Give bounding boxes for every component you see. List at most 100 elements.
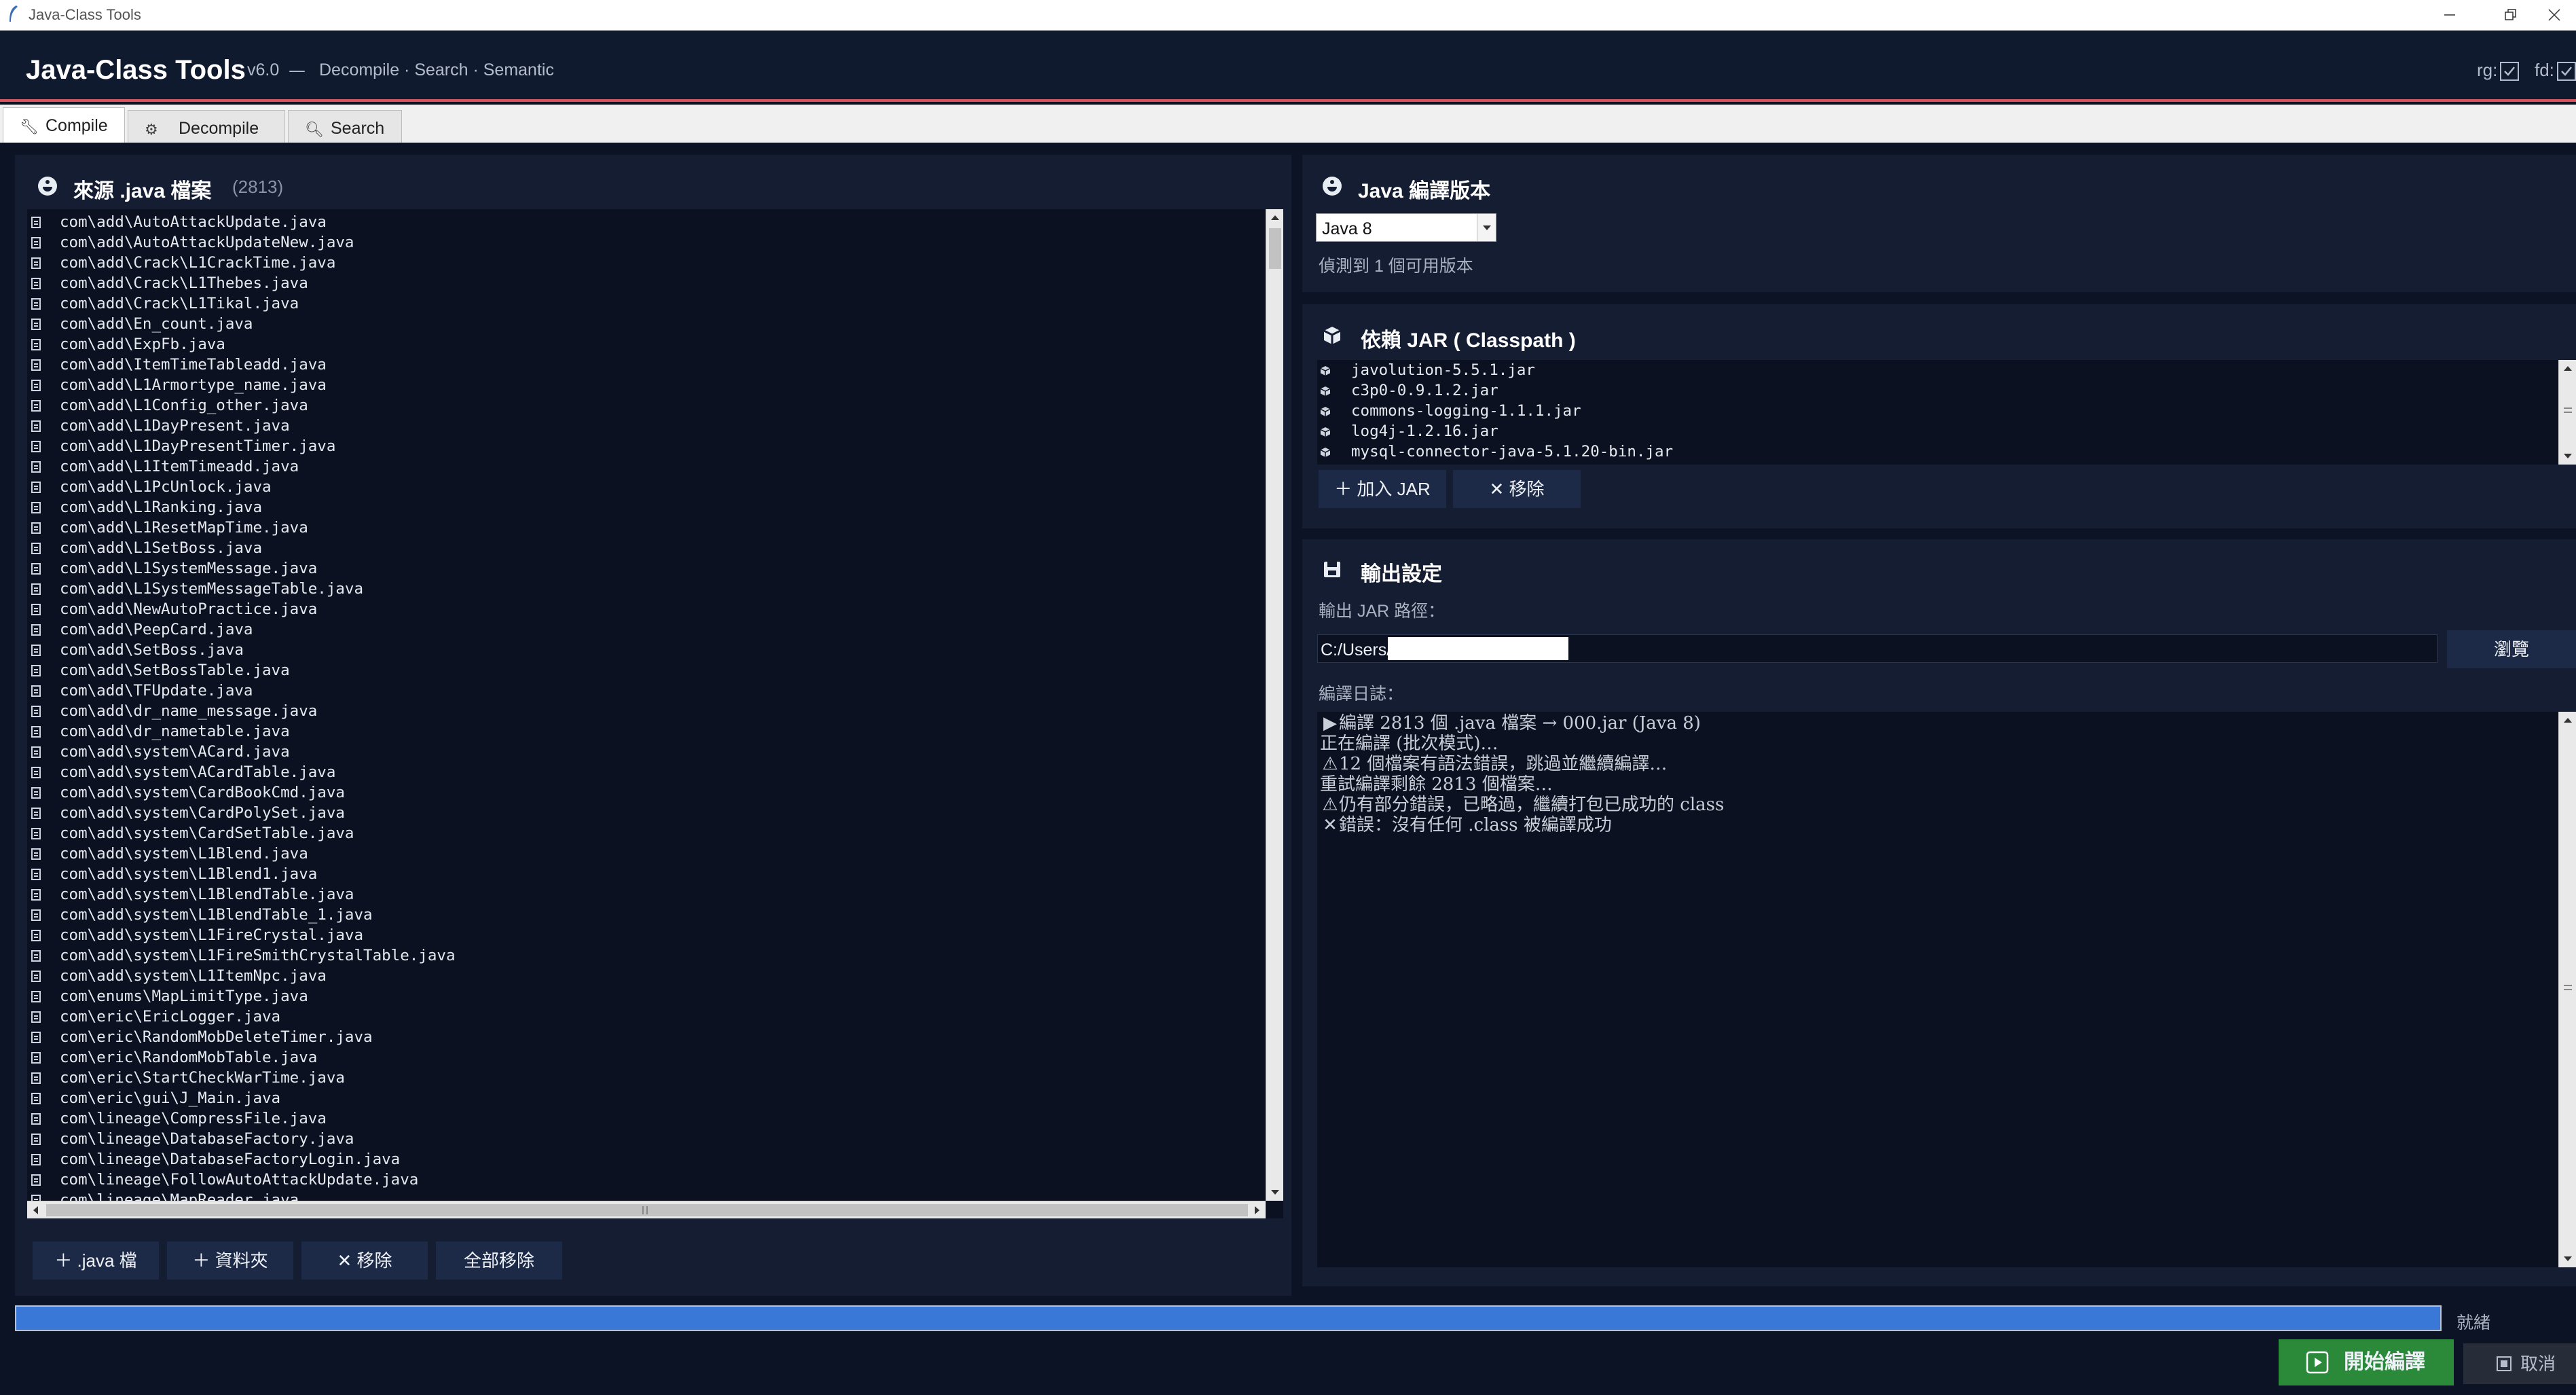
source-file-item[interactable]: com\add\L1SystemMessageTable.java <box>27 579 455 599</box>
jar-name: mysql-connector-java-5.1.20-bin.jar <box>1351 443 1674 460</box>
source-file-item[interactable]: com\add\system\L1BlendTable.java <box>27 884 455 905</box>
source-file-name: com\add\system\L1FireCrystal.java <box>60 926 364 944</box>
source-file-item[interactable]: com\eric\gui\J_Main.java <box>27 1088 455 1108</box>
source-file-item[interactable]: com\add\L1SetBoss.java <box>27 538 455 558</box>
source-file-item[interactable]: com\add\Crack\L1Thebes.java <box>27 273 455 293</box>
scroll-up-arrow[interactable] <box>2559 360 2576 378</box>
source-file-item[interactable]: com\add\system\L1FireCrystal.java <box>27 925 455 945</box>
source-file-item[interactable]: com\add\L1Config_other.java <box>27 395 455 416</box>
source-file-item[interactable]: com\add\SetBossTable.java <box>27 660 455 681</box>
source-file-item[interactable]: com\add\L1DayPresent.java <box>27 416 455 436</box>
remove-jar-button[interactable]: ✕ 移除 <box>1453 470 1581 508</box>
source-file-item[interactable]: com\add\SetBoss.java <box>27 640 455 660</box>
start-compile-button[interactable]: 開始編譯 <box>2279 1339 2454 1385</box>
log-scrollbar[interactable] <box>2558 712 2576 1267</box>
source-file-item[interactable]: com\lineage\CompressFile.java <box>27 1108 455 1129</box>
source-file-item[interactable]: com\add\L1SystemMessage.java <box>27 558 455 579</box>
jar-item[interactable]: javolution-5.5.1.jar <box>1317 360 1673 380</box>
vertical-scrollbar[interactable] <box>1266 209 1283 1201</box>
source-file-name: com\add\L1Ranking.java <box>60 499 263 516</box>
source-file-item[interactable]: com\add\Crack\L1CrackTime.java <box>27 253 455 273</box>
source-file-list[interactable]: com\add\AutoAttackUpdate.java com\add\Aut… <box>27 209 1283 1218</box>
scroll-up-arrow[interactable] <box>1266 209 1283 227</box>
source-file-item[interactable]: com\add\L1DayPresentTimer.java <box>27 436 455 456</box>
source-file-item[interactable]: com\add\system\L1Blend1.java <box>27 864 455 884</box>
file-icon <box>31 848 41 860</box>
source-file-item[interactable]: com\add\system\L1ItemNpc.java <box>27 966 455 986</box>
source-file-item[interactable]: com\eric\RandomMobTable.java <box>27 1047 455 1068</box>
source-file-item[interactable]: com\add\ItemTimeTableadd.java <box>27 355 455 375</box>
source-file-item[interactable]: com\lineage\DatabaseFactory.java <box>27 1129 455 1149</box>
jar-item[interactable]: log4j-1.2.16.jar <box>1317 421 1673 441</box>
source-file-item[interactable]: com\eric\RandomMobDeleteTimer.java <box>27 1027 455 1047</box>
source-file-item[interactable]: com\add\dr_name_message.java <box>27 701 455 721</box>
close-window-button[interactable] <box>2539 0 2576 31</box>
source-file-item[interactable]: com\add\system\CardSetTable.java <box>27 823 455 844</box>
source-file-item[interactable]: com\eric\EricLogger.java <box>27 1007 455 1027</box>
scroll-down-arrow[interactable] <box>2559 1250 2576 1267</box>
source-file-item[interactable]: com\add\PeepCard.java <box>27 619 455 640</box>
source-file-item[interactable]: com\add\system\L1BlendTable_1.java <box>27 905 455 925</box>
source-file-item[interactable]: com\add\system\CardPolySet.java <box>27 803 455 823</box>
jar-path-value: C:/Users/ <box>1321 640 1392 659</box>
cancel-button[interactable]: 取消 <box>2463 1343 2576 1384</box>
source-file-name: com\add\dr_name_message.java <box>60 702 318 720</box>
jar-path-input[interactable]: C:/Users/ <box>1317 634 2437 663</box>
source-file-item[interactable]: com\add\ExpFb.java <box>27 334 455 355</box>
jar-item[interactable]: mysql-connector-java-5.1.20-bin.jar <box>1317 441 1673 462</box>
source-file-item[interactable]: com\add\AutoAttackUpdate.java <box>27 212 455 232</box>
tab-compile[interactable]: 🔧︎ Compile <box>3 107 125 143</box>
source-file-item[interactable]: com\add\L1Armortype_name.java <box>27 375 455 395</box>
source-file-item[interactable]: com\add\system\ACardTable.java <box>27 762 455 782</box>
source-file-item[interactable]: com\add\system\CardBookCmd.java <box>27 782 455 803</box>
source-file-item[interactable]: com\enums\MapLimitType.java <box>27 986 455 1007</box>
source-file-name: com\add\L1PcUnlock.java <box>60 478 272 496</box>
source-file-name: com\lineage\FollowAutoAttackUpdate.java <box>60 1171 419 1189</box>
source-file-item[interactable]: com\add\L1PcUnlock.java <box>27 477 455 497</box>
add-java-button[interactable]: ＋ .java 檔 <box>33 1242 159 1280</box>
file-icon <box>31 461 41 473</box>
tab-decompile[interactable]: ⚙ Decompile <box>128 110 285 143</box>
scroll-right-arrow[interactable] <box>1248 1201 1266 1218</box>
compile-log[interactable]: ▶ 編譯 2813 個 .java 檔案 → 000.jar (Java 8) 正在… <box>1317 712 2576 1267</box>
source-file-item[interactable]: com\add\TFUpdate.java <box>27 681 455 701</box>
source-file-item[interactable]: com\add\system\L1FireSmithCrystalTable.j… <box>27 945 455 966</box>
rg-checkbox[interactable]: rg: <box>2477 60 2520 81</box>
remove-all-button[interactable]: 全部移除 <box>436 1242 562 1280</box>
scroll-down-arrow[interactable] <box>2559 447 2576 465</box>
source-file-name: com\add\PeepCard.java <box>60 621 253 638</box>
scroll-down-arrow[interactable] <box>1266 1183 1283 1201</box>
source-file-item[interactable]: com\lineage\FollowAutoAttackUpdate.java <box>27 1170 455 1190</box>
source-file-item[interactable]: com\add\system\ACard.java <box>27 742 455 762</box>
source-file-item[interactable]: com\add\L1ItemTimeadd.java <box>27 456 455 477</box>
restore-button[interactable] <box>2484 0 2538 31</box>
scroll-left-arrow[interactable] <box>27 1201 45 1218</box>
scroll-up-arrow[interactable] <box>2559 712 2576 729</box>
source-file-item[interactable]: com\add\NewAutoPractice.java <box>27 599 455 619</box>
add-folder-button[interactable]: ＋ 資料夾 <box>167 1242 293 1280</box>
java-version-select[interactable]: Java 8 <box>1316 213 1496 242</box>
jar-list[interactable]: javolution-5.5.1.jar c3p0-0.9.1.2.jar comm… <box>1317 360 2576 465</box>
source-file-name: com\add\L1SystemMessageTable.java <box>60 580 364 598</box>
source-file-item[interactable]: com\add\system\L1Blend.java <box>27 844 455 864</box>
browse-button[interactable]: 瀏覽 <box>2447 630 2576 668</box>
jar-list-scrollbar[interactable] <box>2558 360 2576 465</box>
source-file-item[interactable]: com\add\dr_nametable.java <box>27 721 455 742</box>
source-file-item[interactable]: com\add\L1ResetMapTime.java <box>27 518 455 538</box>
source-file-item[interactable]: com\eric\StartCheckWarTime.java <box>27 1068 455 1088</box>
source-file-item[interactable]: com\lineage\DatabaseFactoryLogin.java <box>27 1149 455 1170</box>
source-file-item[interactable]: com\add\En_count.java <box>27 314 455 334</box>
tab-search[interactable]: 🔍︎ Search <box>288 110 402 143</box>
source-file-item[interactable]: com\add\AutoAttackUpdateNew.java <box>27 232 455 253</box>
fd-checkbox[interactable]: fd: <box>2535 60 2576 81</box>
source-file-item[interactable]: com\add\Crack\L1Tikal.java <box>27 293 455 314</box>
horizontal-scrollbar[interactable] <box>27 1201 1266 1218</box>
jar-item[interactable]: c3p0-0.9.1.2.jar <box>1317 380 1673 401</box>
remove-file-button[interactable]: ✕ 移除 <box>301 1242 428 1280</box>
vertical-scroll-thumb[interactable] <box>1269 228 1281 269</box>
java-version-panel: Java 編譯版本 Java 8 偵測到 1 個可用版本 <box>1302 155 2576 292</box>
source-file-item[interactable]: com\add\L1Ranking.java <box>27 497 455 518</box>
jar-item[interactable]: commons-logging-1.1.1.jar <box>1317 401 1673 421</box>
minimize-button[interactable] <box>2423 0 2477 31</box>
add-jar-button[interactable]: ＋ 加入 JAR <box>1319 470 1446 508</box>
